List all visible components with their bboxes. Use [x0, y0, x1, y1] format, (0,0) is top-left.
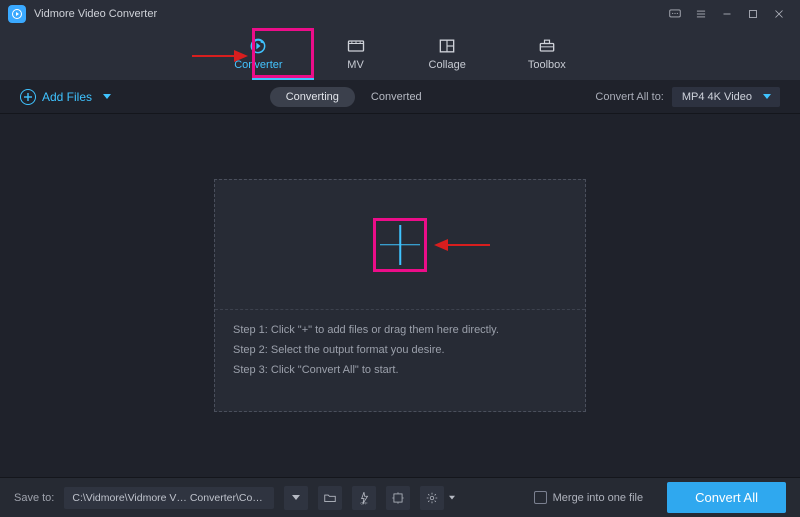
- tab-converted[interactable]: Converted: [355, 87, 438, 107]
- checkbox-icon: [534, 491, 547, 504]
- title-bar: Vidmore Video Converter: [0, 0, 800, 28]
- dropzone-instructions: Step 1: Click "+" to add files or drag t…: [215, 310, 585, 411]
- convert-all-to-label: Convert All to:: [595, 91, 663, 103]
- save-path-dropdown-button[interactable]: [284, 486, 308, 510]
- add-files-label: Add Files: [42, 90, 92, 104]
- caret-down-icon: [102, 93, 112, 101]
- caret-down-icon: [762, 93, 772, 101]
- svg-text:OFF: OFF: [361, 501, 368, 505]
- convert-all-button[interactable]: Convert All: [667, 482, 786, 513]
- feedback-icon[interactable]: [662, 1, 688, 27]
- main-tab-strip: Converter MV Collage Toolbox: [0, 28, 800, 80]
- minimize-button[interactable]: [714, 1, 740, 27]
- app-title: Vidmore Video Converter: [34, 8, 157, 20]
- dropzone-upper[interactable]: [215, 180, 585, 310]
- open-folder-button[interactable]: [318, 486, 342, 510]
- save-path-field[interactable]: C:\Vidmore\Vidmore V… Converter\Converte…: [64, 487, 274, 509]
- add-files-button[interactable]: Add Files: [20, 89, 112, 105]
- toolbox-icon: [536, 36, 558, 56]
- merge-label: Merge into one file: [553, 492, 644, 504]
- merge-into-one-file-checkbox[interactable]: Merge into one file: [534, 491, 644, 504]
- main-content: Step 1: Click "+" to add files or drag t…: [0, 114, 800, 477]
- output-format-select[interactable]: MP4 4K Video: [672, 87, 780, 107]
- file-dropzone[interactable]: Step 1: Click "+" to add files or drag t…: [214, 179, 586, 412]
- save-to-label: Save to:: [14, 492, 54, 504]
- instruction-step-1: Step 1: Click "+" to add files or drag t…: [233, 324, 567, 336]
- settings-caret-icon[interactable]: [448, 495, 456, 501]
- sub-toolbar: Add Files Converting Converted Convert A…: [0, 80, 800, 114]
- app-logo: [8, 5, 26, 23]
- tab-toolbox[interactable]: Toolbox: [518, 32, 576, 77]
- close-button[interactable]: [766, 1, 792, 27]
- settings-button[interactable]: [420, 486, 444, 510]
- tab-label: Collage: [429, 59, 466, 71]
- collage-icon: [436, 36, 458, 56]
- tab-label: Converter: [234, 59, 282, 71]
- active-tab-underline: [252, 78, 314, 80]
- tab-mv[interactable]: MV: [335, 32, 377, 77]
- format-selected-value: MP4 4K Video: [682, 91, 752, 103]
- tab-collage[interactable]: Collage: [419, 32, 476, 77]
- mv-icon: [345, 36, 367, 56]
- menu-icon[interactable]: [688, 1, 714, 27]
- tab-converter[interactable]: Converter: [224, 32, 292, 77]
- instruction-step-2: Step 2: Select the output format you des…: [233, 344, 567, 356]
- converter-icon: [247, 36, 269, 56]
- instruction-step-3: Step 3: Click "Convert All" to start.: [233, 364, 567, 376]
- annotation-arrow-plus: [434, 237, 490, 253]
- tab-converting[interactable]: Converting: [270, 87, 355, 107]
- plus-circle-icon: [20, 89, 36, 105]
- gpu-accel-button[interactable]: [386, 486, 410, 510]
- tab-label: Toolbox: [528, 59, 566, 71]
- maximize-button[interactable]: [740, 1, 766, 27]
- high-speed-toggle[interactable]: OFF: [352, 486, 376, 510]
- tab-label: MV: [347, 59, 364, 71]
- footer-bar: Save to: C:\Vidmore\Vidmore V… Converter…: [0, 477, 800, 517]
- add-file-plus-icon[interactable]: [378, 223, 422, 267]
